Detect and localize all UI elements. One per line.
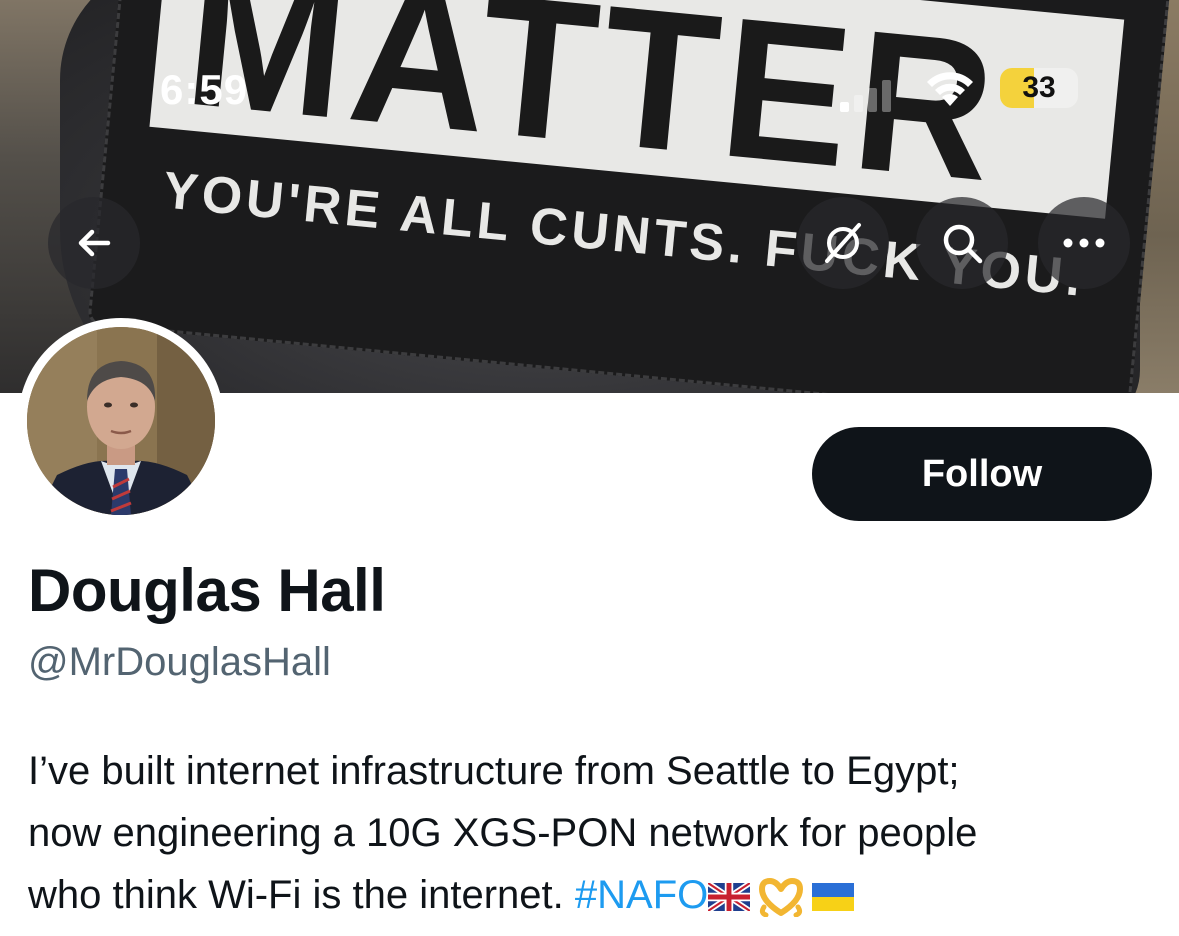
- back-button[interactable]: [48, 197, 140, 289]
- cellular-signal-icon: [840, 78, 900, 112]
- banner-patch: MATTER YOU'RE ALL CUNTS. FUCK YOU.: [87, 0, 1179, 393]
- grok-button[interactable]: [797, 197, 889, 289]
- avatar-ring: [18, 318, 224, 524]
- bio-line: now engineering a 10G XGS-PON network fo…: [28, 811, 978, 855]
- display-name: Douglas Hall: [28, 557, 386, 624]
- battery-icon: 33: [1000, 68, 1078, 108]
- wifi-icon: [927, 72, 973, 106]
- hashtag-link[interactable]: #NAFO: [575, 873, 708, 917]
- bio-line-last: who think Wi-Fi is the internet. #NAFO: [28, 864, 1148, 926]
- more-button[interactable]: [1038, 197, 1130, 289]
- avatar[interactable]: [27, 327, 215, 515]
- back-arrow-icon: [78, 229, 111, 257]
- battery-level: 33: [1022, 71, 1056, 104]
- follow-button[interactable]: Follow: [812, 427, 1152, 521]
- profile-bio: I’ve built internet infrastructure from …: [28, 740, 1148, 926]
- avatar-photo: [27, 327, 215, 515]
- status-time: 6:59: [160, 66, 249, 113]
- bio-text: who think Wi-Fi is the internet.: [28, 873, 564, 917]
- search-icon: [943, 224, 983, 264]
- more-icon: [1063, 238, 1105, 248]
- user-handle: @MrDouglasHall: [28, 640, 331, 684]
- search-button[interactable]: [916, 197, 1008, 289]
- uk-flag-icon: [708, 883, 751, 912]
- grok-icon: [825, 223, 861, 263]
- bio-line: I’ve built internet infrastructure from …: [28, 749, 960, 793]
- heart-hands-icon: [759, 878, 804, 918]
- ukraine-flag-icon: [812, 883, 855, 912]
